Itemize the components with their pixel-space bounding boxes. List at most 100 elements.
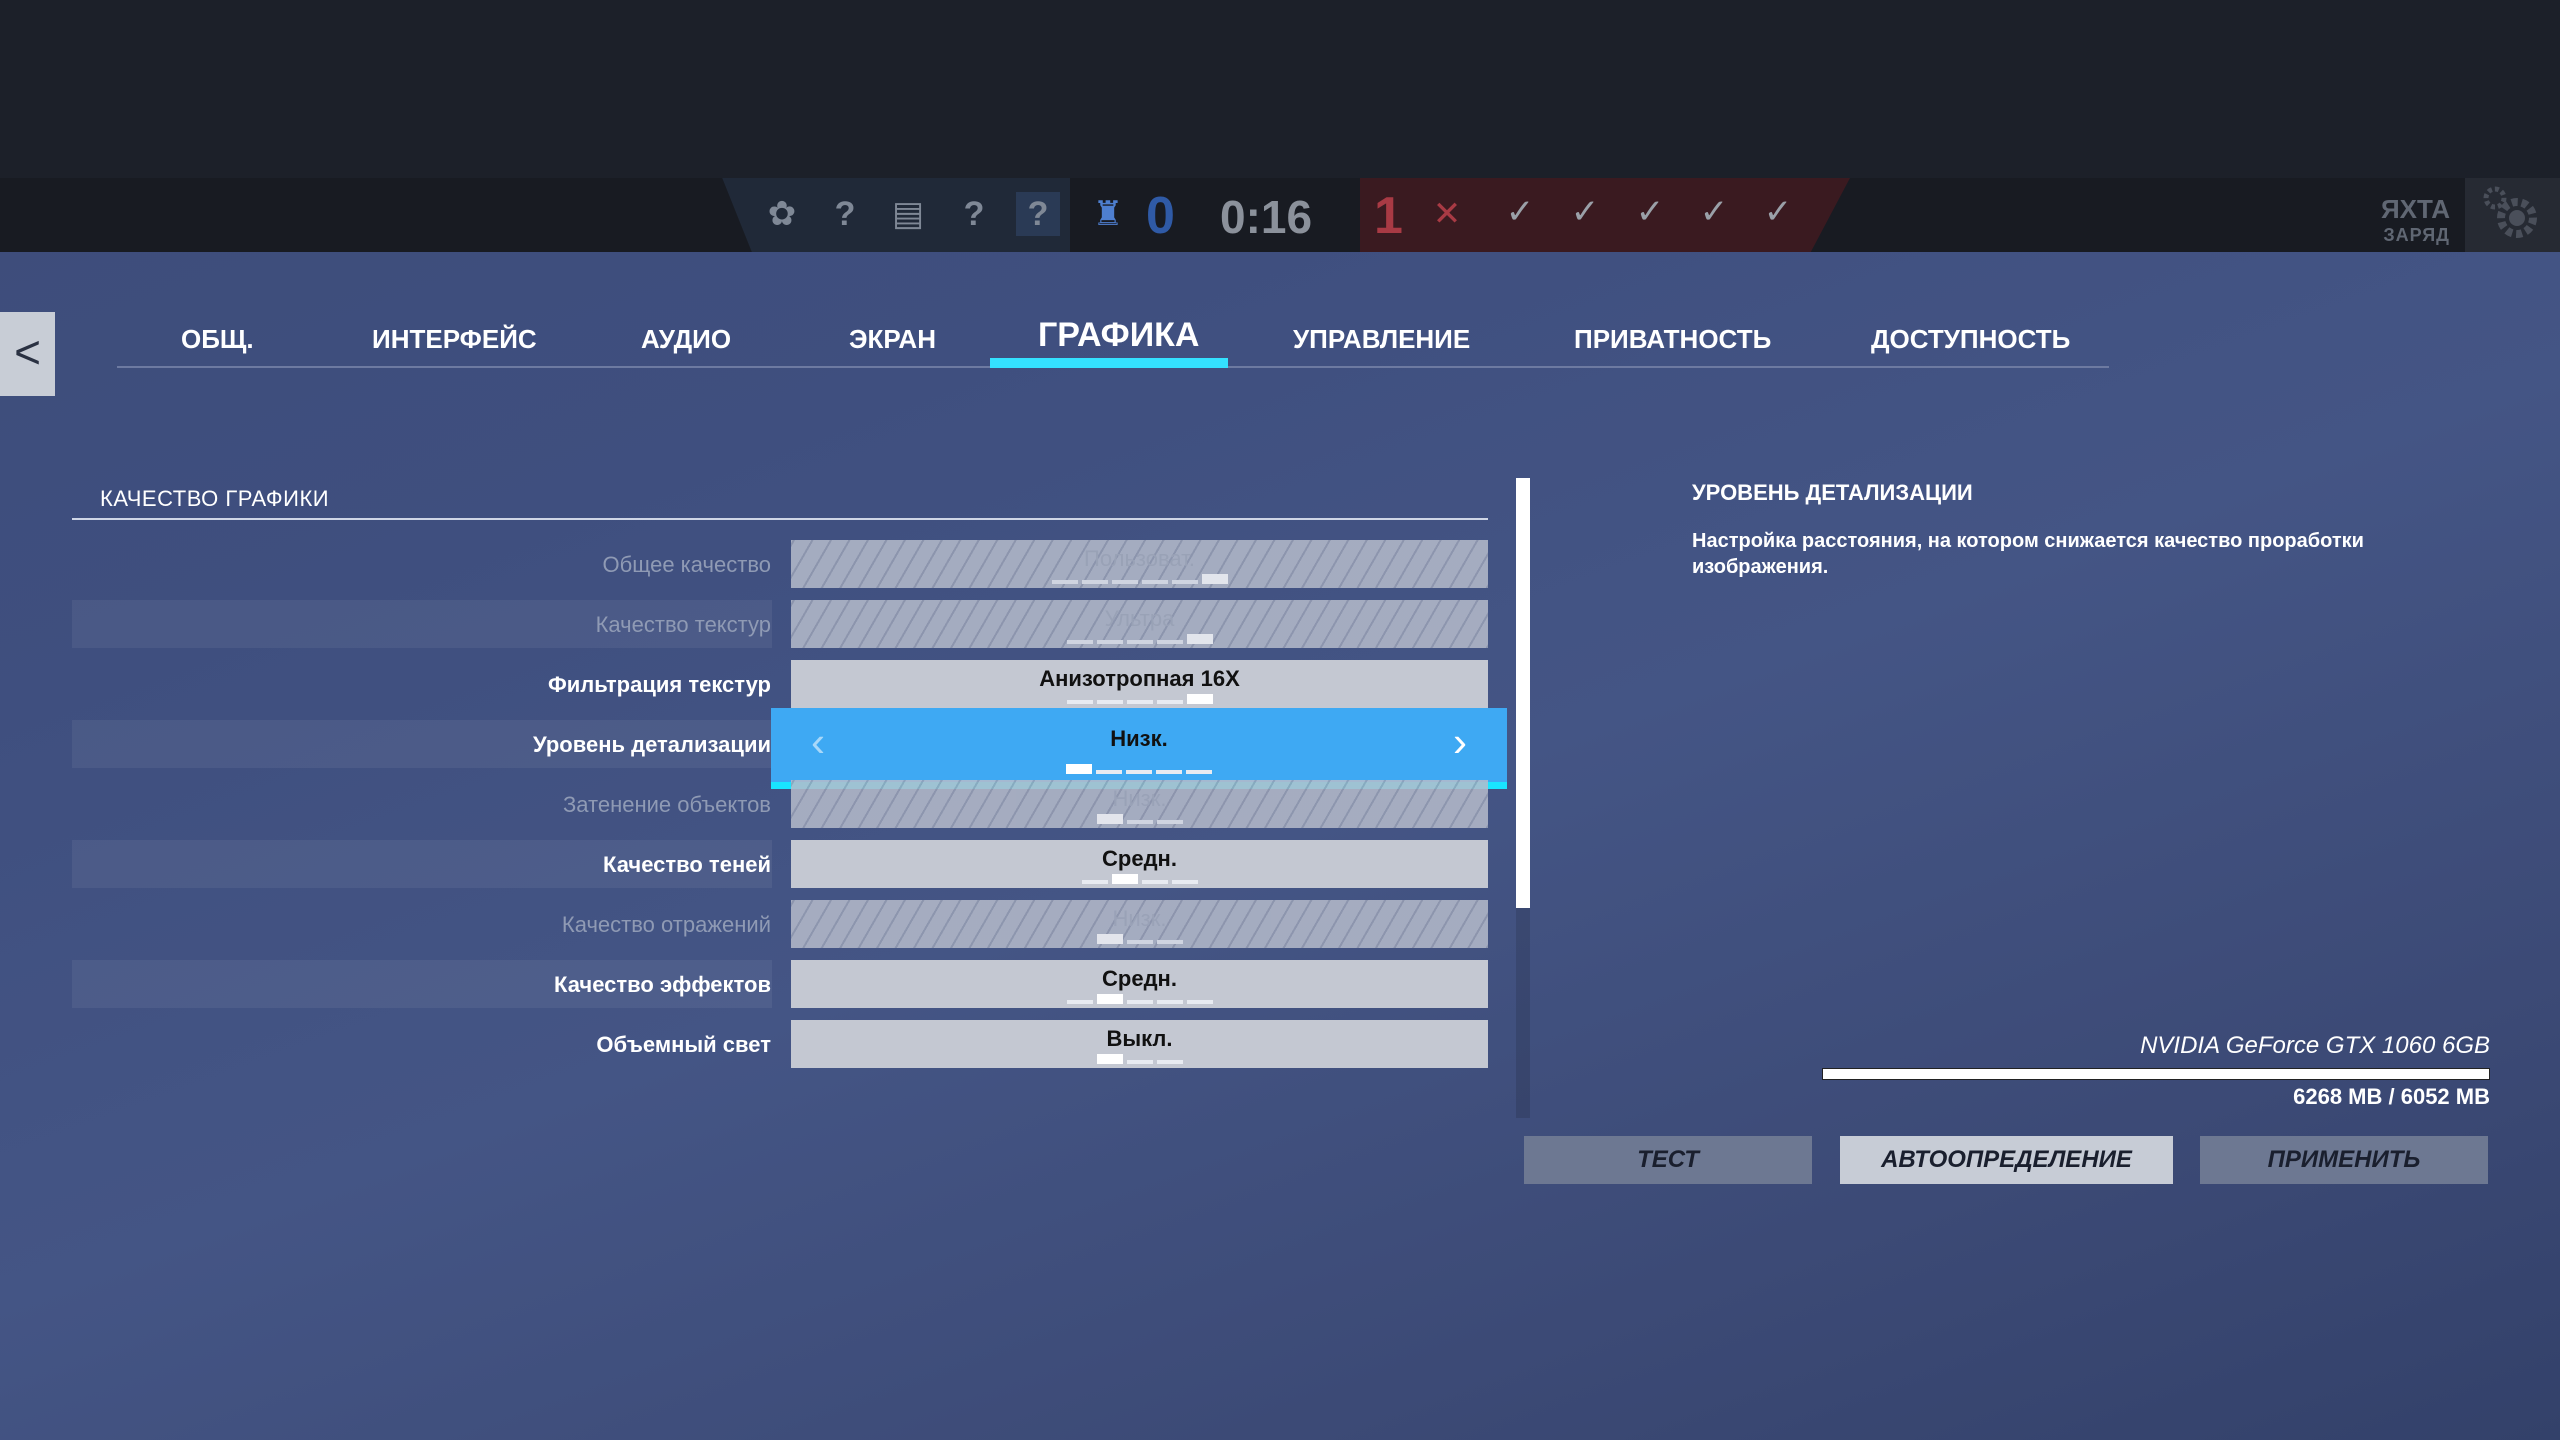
level-pip <box>1066 764 1092 774</box>
level-pip <box>1186 634 1213 644</box>
back-button[interactable]: < <box>0 312 55 396</box>
top-black-area <box>0 0 2560 178</box>
level-pip <box>1051 580 1078 584</box>
level-pip <box>1126 940 1153 944</box>
level-pip <box>1096 700 1123 704</box>
level-pip <box>1111 580 1138 584</box>
description-text: Настройка расстояния, на котором снижает… <box>1692 530 2364 578</box>
level-indicator <box>791 994 1488 1004</box>
level-pip <box>1096 814 1123 824</box>
setting-label: Затенение объектов <box>563 792 771 817</box>
tab-privacy[interactable]: ПРИВАТНОСТЬ <box>1574 324 1771 355</box>
setting-value-selector: Пользоват. <box>791 540 1488 588</box>
section-title: КАЧЕСТВО ГРАФИКИ <box>100 486 330 511</box>
level-pip <box>1126 700 1153 704</box>
level-pip <box>1111 874 1138 884</box>
setting-row[interactable]: Фильтрация текстур Анизотропная 16X <box>72 660 1488 708</box>
level-pip <box>1126 640 1153 644</box>
setting-label: Качество отражений <box>561 912 771 937</box>
match-hud: ✿ ? ▤ ? ? ♜ 0 0:16 1 ✕ ✓ ✓ ✓ ✓ ✓ ЯХТА ЗА… <box>0 178 2560 252</box>
scrollbar-thumb[interactable] <box>1516 478 1530 908</box>
next-value-arrow-icon[interactable]: › <box>1453 718 1467 766</box>
level-indicator <box>771 764 1507 774</box>
level-indicator <box>791 934 1488 944</box>
blue-team-band <box>722 178 1070 252</box>
level-pip <box>1096 770 1122 774</box>
tab-general[interactable]: ОБЩ. <box>181 324 254 355</box>
vram-usage-bar <box>1822 1068 2490 1080</box>
previous-value-arrow-icon[interactable]: ‹ <box>811 718 825 766</box>
defender-icon: ♜ <box>1092 195 1124 233</box>
level-pip <box>1081 880 1108 884</box>
setting-row[interactable]: Качество теней Средн. <box>72 840 1488 888</box>
level-pip <box>1066 640 1093 644</box>
level-pip <box>1156 820 1183 824</box>
map-info: ЯХТА ЗАРЯД <box>2381 194 2450 246</box>
level-pip <box>1156 770 1182 774</box>
setting-value: Выкл. <box>1106 1026 1173 1051</box>
level-indicator <box>791 814 1488 824</box>
gear-icon[interactable] <box>2465 178 2560 252</box>
level-pip <box>1171 580 1198 584</box>
settings-scrollbar[interactable] <box>1516 478 1530 1118</box>
setting-label: Качество текстур <box>595 612 771 637</box>
crossed-swords-icon: ✕ <box>1432 195 1462 233</box>
level-pip <box>1081 580 1108 584</box>
auto-detect-button[interactable]: АВТООПРЕДЕЛЕНИЕ <box>1840 1136 2173 1184</box>
setting-value: Пользоват. <box>1084 546 1195 571</box>
level-pip <box>1126 1000 1153 1004</box>
map-name: ЯХТА <box>2380 194 2450 224</box>
tab-interface[interactable]: ИНТЕРФЕЙС <box>372 324 537 355</box>
setting-value-selector: Низк. <box>791 780 1488 828</box>
level-pip <box>1066 700 1093 704</box>
level-pip <box>1156 940 1183 944</box>
tab-display[interactable]: ЭКРАН <box>849 324 936 355</box>
setting-row[interactable]: Объемный свет Выкл. <box>72 1020 1488 1068</box>
setting-value-selector: Низк. <box>791 900 1488 948</box>
apply-button[interactable]: ПРИМЕНИТЬ <box>2200 1136 2488 1184</box>
level-pip <box>1096 640 1123 644</box>
tab-audio[interactable]: АУДИО <box>641 324 731 355</box>
unknown-operator-icon: ? <box>1016 192 1060 236</box>
setting-row[interactable]: Уровень детализации Низк. ‹ › <box>72 708 1507 789</box>
level-pip <box>1156 700 1183 704</box>
blue-score: 0 <box>1146 187 1175 245</box>
level-pip <box>1096 1054 1123 1064</box>
operator-icon: ▤ <box>891 195 925 233</box>
setting-row[interactable]: Качество эффектов Средн. <box>72 960 1488 1008</box>
tab-accessibility[interactable]: ДОСТУПНОСТЬ <box>1871 324 2070 355</box>
game-mode: ЗАРЯД <box>2383 225 2450 245</box>
level-pip <box>1096 934 1123 944</box>
level-pip <box>1201 574 1228 584</box>
setting-value: Ультра <box>1104 606 1175 631</box>
setting-value-selector: Ультра <box>791 600 1488 648</box>
setting-value: Анизотропная 16X <box>1039 666 1240 691</box>
setting-value: Средн. <box>1102 846 1177 871</box>
active-tab-indicator <box>990 358 1228 368</box>
setting-label: Уровень детализации <box>533 732 771 757</box>
setting-value-selector[interactable]: Средн. <box>791 960 1488 1008</box>
check-icon: ✓ <box>1763 193 1793 231</box>
tab-controls[interactable]: УПРАВЛЕНИЕ <box>1293 324 1470 355</box>
setting-value-selector[interactable]: Средн. <box>791 840 1488 888</box>
setting-row: Качество отражений Низк. <box>72 900 1488 948</box>
operator-icon: ✿ <box>767 195 797 233</box>
level-pip <box>1186 770 1212 774</box>
setting-label: Качество эффектов <box>554 972 771 997</box>
setting-value-selector[interactable]: Анизотропная 16X <box>791 660 1488 708</box>
level-pip <box>1141 580 1168 584</box>
level-pip <box>1126 820 1153 824</box>
test-button[interactable]: ТЕСТ <box>1524 1136 1812 1184</box>
level-indicator <box>791 634 1488 644</box>
setting-value: Низк. <box>1112 906 1167 931</box>
setting-value-selector[interactable]: Выкл. <box>791 1020 1488 1068</box>
level-pip <box>1156 640 1183 644</box>
unknown-operator-icon: ? <box>963 195 985 233</box>
setting-value-selector[interactable]: Низк. ‹ › <box>771 708 1507 789</box>
check-icon: ✓ <box>1570 193 1600 231</box>
level-pip <box>1156 1000 1183 1004</box>
level-pip <box>1186 694 1213 704</box>
setting-value: Средн. <box>1102 966 1177 991</box>
tab-graphics[interactable]: ГРАФИКА <box>1038 316 1199 355</box>
level-indicator <box>791 1054 1488 1064</box>
